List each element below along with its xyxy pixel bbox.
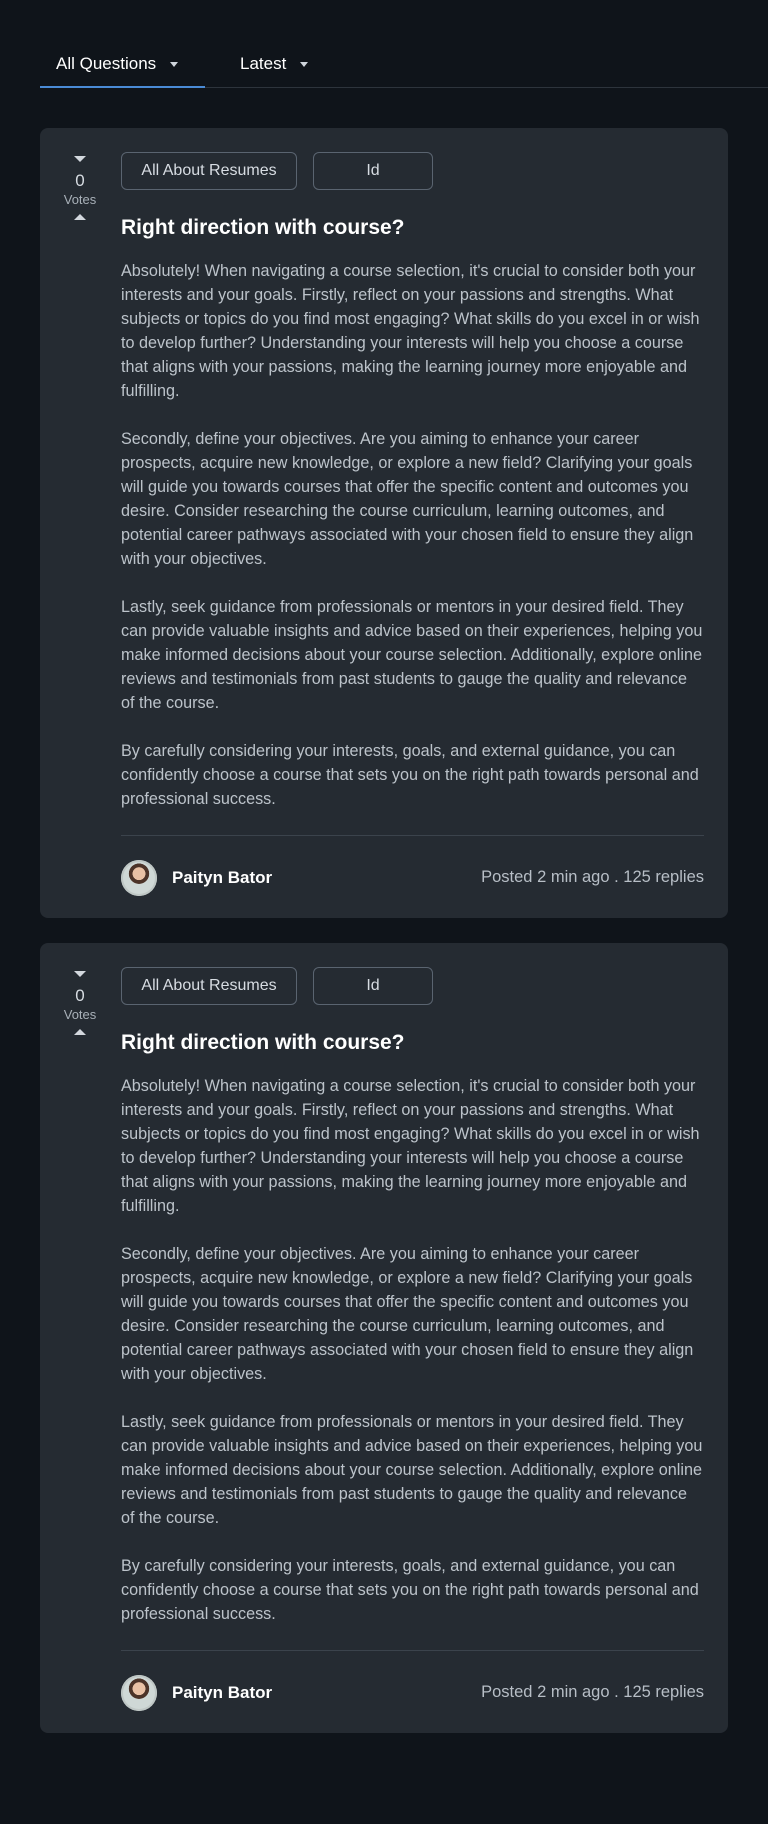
divider: [121, 1650, 704, 1651]
question-footer: Paityn Bator Posted 2 min ago . 125 repl…: [121, 860, 704, 896]
filter-tabs: All Questions Latest: [40, 46, 768, 88]
tag-list: All About Resumes Id: [121, 152, 704, 190]
avatar[interactable]: [121, 860, 157, 896]
vote-count: 0: [75, 986, 85, 1005]
avatar[interactable]: [121, 1675, 157, 1711]
tag-list: All About Resumes Id: [121, 967, 704, 1005]
tag-chip[interactable]: Id: [313, 152, 433, 190]
answer-paragraph: By carefully considering your interests,…: [121, 1557, 699, 1623]
answer-paragraph: Absolutely! When navigating a course sel…: [121, 262, 700, 400]
answer-paragraph: Lastly, seek guidance from professionals…: [121, 1413, 703, 1527]
question-list: 0 Votes All About Resumes Id Right direc…: [40, 128, 728, 1733]
vote-up-icon[interactable]: [74, 214, 86, 220]
tab-all-questions[interactable]: All Questions: [40, 46, 205, 88]
question-card: 0 Votes All About Resumes Id Right direc…: [40, 128, 728, 918]
vote-count: 0: [75, 171, 85, 190]
author-name[interactable]: Paityn Bator: [172, 868, 272, 888]
tag-chip[interactable]: Id: [313, 967, 433, 1005]
vote-up-icon[interactable]: [74, 1029, 86, 1035]
vote-control: 0 Votes: [40, 156, 120, 220]
divider: [121, 835, 704, 836]
tab-sort-latest[interactable]: Latest: [240, 46, 380, 88]
answer-paragraph: Secondly, define your objectives. Are yo…: [121, 1245, 694, 1383]
question-content: All About Resumes Id Right direction wit…: [121, 152, 704, 896]
question-title[interactable]: Right direction with course?: [121, 216, 704, 240]
chevron-down-icon: [170, 62, 179, 67]
answer-paragraph: Lastly, seek guidance from professionals…: [121, 598, 703, 712]
tag-chip[interactable]: All About Resumes: [121, 152, 297, 190]
answer-paragraph: Secondly, define your objectives. Are yo…: [121, 430, 694, 568]
vote-label: Votes: [63, 192, 97, 207]
author-name[interactable]: Paityn Bator: [172, 1683, 272, 1703]
question-content: All About Resumes Id Right direction wit…: [121, 967, 704, 1711]
post-meta: Posted 2 min ago . 125 replies: [481, 1683, 704, 1701]
answer-paragraph: By carefully considering your interests,…: [121, 742, 699, 808]
tab-all-questions-label: All Questions: [56, 54, 157, 73]
vote-control: 0 Votes: [40, 971, 120, 1035]
question-title[interactable]: Right direction with course?: [121, 1031, 704, 1055]
tag-chip[interactable]: All About Resumes: [121, 967, 297, 1005]
question-footer: Paityn Bator Posted 2 min ago . 125 repl…: [121, 1675, 704, 1711]
vote-label: Votes: [63, 1007, 97, 1022]
tab-sort-label: Latest: [240, 54, 287, 73]
post-meta: Posted 2 min ago . 125 replies: [481, 868, 704, 886]
vote-down-icon[interactable]: [74, 971, 86, 977]
chevron-down-icon: [300, 62, 309, 67]
answer-paragraph: Absolutely! When navigating a course sel…: [121, 1077, 700, 1215]
question-card: 0 Votes All About Resumes Id Right direc…: [40, 943, 728, 1733]
vote-down-icon[interactable]: [74, 156, 86, 162]
